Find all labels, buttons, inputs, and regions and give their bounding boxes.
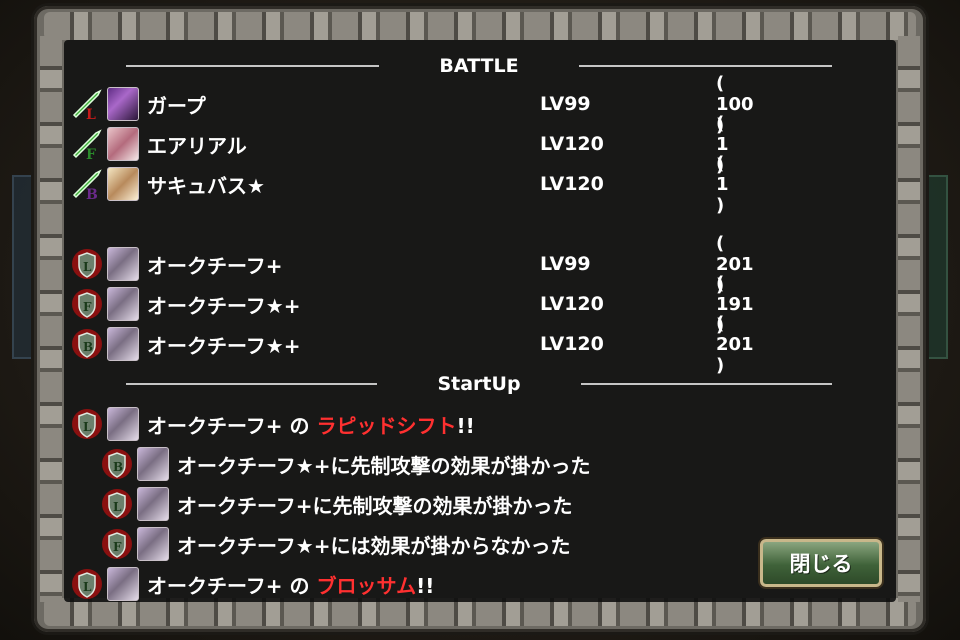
battle-title: BATTLE: [439, 55, 519, 77]
ally-row: F エアリアル LV120 ( 1 ): [70, 113, 729, 176]
sword-class-L-icon: L: [70, 87, 104, 121]
log-entry: L オークチーフ+ の ブロッサム!!: [70, 566, 434, 602]
unit-level: LV99: [540, 253, 591, 275]
shield-class-L-icon: L: [100, 487, 134, 521]
divider: [126, 383, 378, 385]
unit-level: LV120: [540, 133, 604, 155]
unit-portrait: [137, 447, 169, 481]
unit-name: オークチーフ★+: [147, 333, 301, 358]
log-suffix: !!: [416, 573, 435, 598]
log-text: オークチーフ★+に先制攻撃の効果が掛かった: [177, 453, 591, 478]
log-text: オークチーフ+ の ブロッサム!!: [147, 570, 434, 599]
frame-top: [44, 12, 916, 40]
unit-portrait: [107, 327, 139, 361]
log-text: オークチーフ★+には効果が掛からなかった: [177, 533, 571, 558]
close-button[interactable]: 閉じる: [760, 539, 882, 587]
svg-text:B: B: [113, 460, 123, 474]
ally-row: B サキュバス★ LV120 ( 1 ): [70, 153, 729, 216]
frame-bottom: [44, 598, 916, 626]
svg-text:F: F: [86, 147, 96, 161]
frame-right: [898, 36, 920, 602]
unit-name: オークチーフ★+: [147, 293, 301, 318]
svg-text:L: L: [86, 107, 96, 121]
unit-count: ( 1 ): [716, 152, 729, 216]
log-entry: B オークチーフ★+に先制攻撃の効果が掛かった: [100, 446, 591, 482]
unit-level: LV120: [540, 293, 604, 315]
shield-class-B-icon: B: [100, 447, 134, 481]
enemy-row: B オークチーフ★+ LV120 ( 201 ): [70, 313, 754, 376]
unit-portrait: [107, 247, 139, 281]
divider: [578, 65, 832, 67]
svg-text:B: B: [83, 340, 93, 354]
shield-class-F-icon: F: [70, 287, 104, 321]
startup-header: StartUp: [66, 372, 892, 396]
shield-class-L-icon: L: [70, 567, 104, 601]
svg-text:F: F: [113, 540, 122, 554]
divider: [126, 65, 380, 67]
unit-name: エアリアル: [147, 133, 247, 158]
svg-text:F: F: [83, 300, 92, 314]
log-text: オークチーフ+に先制攻撃の効果が掛かった: [177, 493, 573, 518]
shield-class-L-icon: L: [70, 407, 104, 441]
unit-level: LV120: [540, 333, 604, 355]
log-suffix: !!: [456, 413, 475, 438]
skill-name: ブロッサム: [316, 573, 417, 598]
shield-class-L-icon: L: [70, 247, 104, 281]
sword-class-F-icon: F: [70, 127, 104, 161]
unit-count: ( 201 ): [716, 312, 754, 376]
unit-portrait: [107, 407, 139, 441]
svg-text:L: L: [113, 500, 122, 514]
svg-text:B: B: [86, 187, 98, 201]
log-actor: オークチーフ+: [147, 573, 283, 598]
enemy-row: F オークチーフ★+ LV120 ( 191 ): [70, 273, 754, 336]
svg-text:L: L: [83, 420, 92, 434]
unit-portrait: [107, 287, 139, 321]
unit-portrait: [107, 127, 139, 161]
log-actor: オークチーフ+: [147, 413, 283, 438]
divider: [580, 383, 833, 385]
log-text: オークチーフ+ の ラピッドシフト!!: [147, 410, 475, 439]
frame-left: [40, 36, 62, 602]
shield-class-B-icon: B: [70, 327, 104, 361]
shield-class-F-icon: F: [100, 527, 134, 561]
log-entry: F オークチーフ★+には効果が掛からなかった: [100, 526, 571, 562]
startup-title: StartUp: [437, 373, 521, 395]
log-entry: L オークチーフ+に先制攻撃の効果が掛かった: [100, 486, 573, 522]
unit-portrait: [107, 167, 139, 201]
unit-name: オークチーフ+: [147, 253, 283, 278]
ally-row: L ガープ LV99 ( 100 ): [70, 73, 754, 136]
sword-class-B-icon: B: [70, 167, 104, 201]
svg-text:L: L: [83, 260, 92, 274]
unit-portrait: [107, 567, 139, 601]
unit-portrait: [137, 487, 169, 521]
unit-level: LV120: [540, 173, 604, 195]
log-particle: の: [282, 573, 317, 598]
log-entry: L オークチーフ+ の ラピッドシフト!!: [70, 406, 475, 442]
svg-text:L: L: [83, 580, 92, 594]
log-particle: の: [282, 413, 317, 438]
unit-portrait: [137, 527, 169, 561]
battle-header: BATTLE: [66, 54, 892, 78]
unit-name: ガープ: [147, 93, 206, 118]
unit-portrait: [107, 87, 139, 121]
enemy-row: L オークチーフ+ LV99 ( 201 ): [70, 233, 754, 296]
unit-name: サキュバス★: [147, 173, 265, 198]
unit-level: LV99: [540, 93, 591, 115]
skill-name: ラピッドシフト: [316, 413, 457, 438]
